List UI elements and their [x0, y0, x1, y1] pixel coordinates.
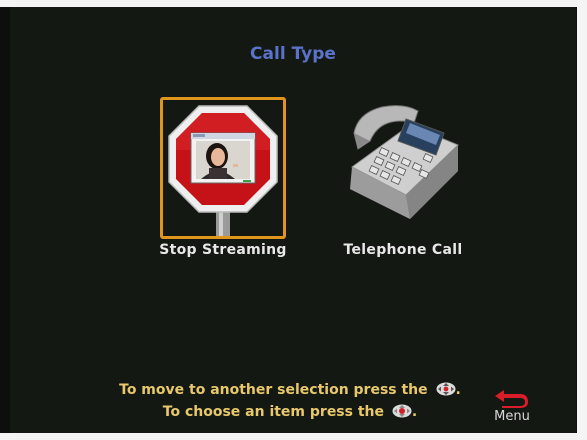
selection-frame: [160, 97, 286, 239]
dpad-select-icon: [392, 404, 412, 418]
page-title: Call Type: [250, 44, 336, 64]
instruction-line-move: To move to another selection press the .: [119, 382, 461, 398]
frame-bottom: [0, 433, 587, 440]
frame-right: [577, 0, 587, 440]
stop-streaming-label: Stop Streaming: [159, 242, 287, 258]
instruction-choose-text: To choose an item press the: [162, 404, 385, 420]
menu-button[interactable]: Menu: [488, 387, 536, 424]
instruction-move-text: To move to another selection press the: [119, 382, 428, 398]
back-arrow-icon: [495, 390, 528, 408]
option-stop-streaming[interactable]: Stop Streaming: [153, 97, 293, 277]
call-type-screen: Call Type Stop Streaming Telephone Call …: [10, 7, 576, 433]
telephone-call-label: Telephone Call: [343, 242, 463, 258]
instructions: To move to another selection press the .…: [80, 379, 500, 423]
frame-top: [0, 0, 587, 7]
option-telephone-call[interactable]: Telephone Call: [333, 97, 473, 277]
menu-label: Menu: [494, 409, 530, 424]
instruction-line-choose: To choose an item press the .: [162, 404, 418, 420]
stop-sign-icon: [168, 105, 278, 236]
dpad-arrows-icon: [436, 382, 456, 396]
telephone-icon: [350, 105, 459, 219]
telephone-tile: [340, 97, 466, 239]
